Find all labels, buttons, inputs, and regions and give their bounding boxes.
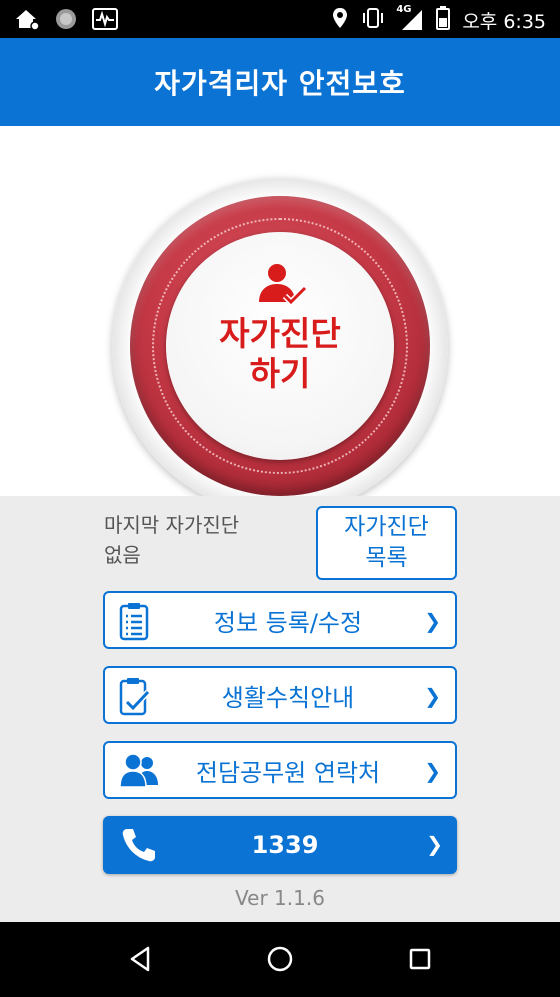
hero-section: 자가진단 하기 [0,126,560,514]
call-1339-button[interactable]: 1339 ❯ [103,816,457,874]
self-diagnosis-label-line2: 하기 [249,354,311,393]
info-register-label: 정보 등록/수정 [213,608,363,637]
activity-notification-icon [92,8,118,34]
vibrate-icon [360,7,386,33]
battery-icon [436,6,451,34]
clock: 오후 6:35 [462,10,546,33]
official-contact-button[interactable]: 전담공무원 연락처 ❯ [103,741,457,799]
diagnosis-list-label-line2: 목록 [365,545,408,571]
back-icon[interactable] [126,944,156,978]
navigation-bar [0,922,560,997]
chevron-right-icon: ❯ [424,684,441,708]
last-diagnosis-value: 없음 [104,543,141,567]
self-diagnosis-label-line1: 자가진단 [219,314,341,353]
clipboard-icon [118,601,150,645]
diagnosis-list-button[interactable]: 자가진단 목록 [316,506,457,580]
clipboard-check-icon [118,676,151,720]
diagnosis-list-label-line1: 자가진단 [344,514,429,540]
contacts-icon [118,751,162,795]
version-label: Ver 1.1.6 [235,886,325,910]
status-bar: 4G 오후 6:35 [0,0,560,38]
globe-notification-icon [54,7,78,35]
last-diagnosis-label: 마지막 자가진단 [104,513,240,537]
self-diagnosis-button[interactable]: 자가진단 하기 [166,232,394,460]
person-check-icon [256,262,308,312]
app-title: 자가격리자 안전보호 [154,67,406,100]
home-notification-icon [14,7,40,35]
life-rules-label: 생활수칙안내 [221,683,355,712]
chevron-right-icon: ❯ [424,759,441,783]
location-icon [332,7,348,33]
chevron-right-icon: ❯ [426,832,443,856]
home-icon[interactable] [265,944,295,978]
signal-4g-icon: 4G [396,4,424,32]
info-register-button[interactable]: 정보 등록/수정 ❯ [103,591,457,649]
life-rules-button[interactable]: 생활수칙안내 ❯ [103,666,457,724]
self-diagnosis-label: 자가진단 하기 [166,314,394,394]
last-diagnosis-text: 마지막 자가진단 없음 [104,510,239,570]
network-type-label: 4G [396,4,412,15]
phone-icon [119,826,159,868]
app-bar: 자가격리자 안전보호 [0,38,560,126]
recents-icon[interactable] [405,944,435,978]
chevron-right-icon: ❯ [424,609,441,633]
menu-section: 마지막 자가진단 없음 자가진단 목록 정보 등록/수정 ❯ 생활수칙안내 ❯ … [0,496,560,922]
